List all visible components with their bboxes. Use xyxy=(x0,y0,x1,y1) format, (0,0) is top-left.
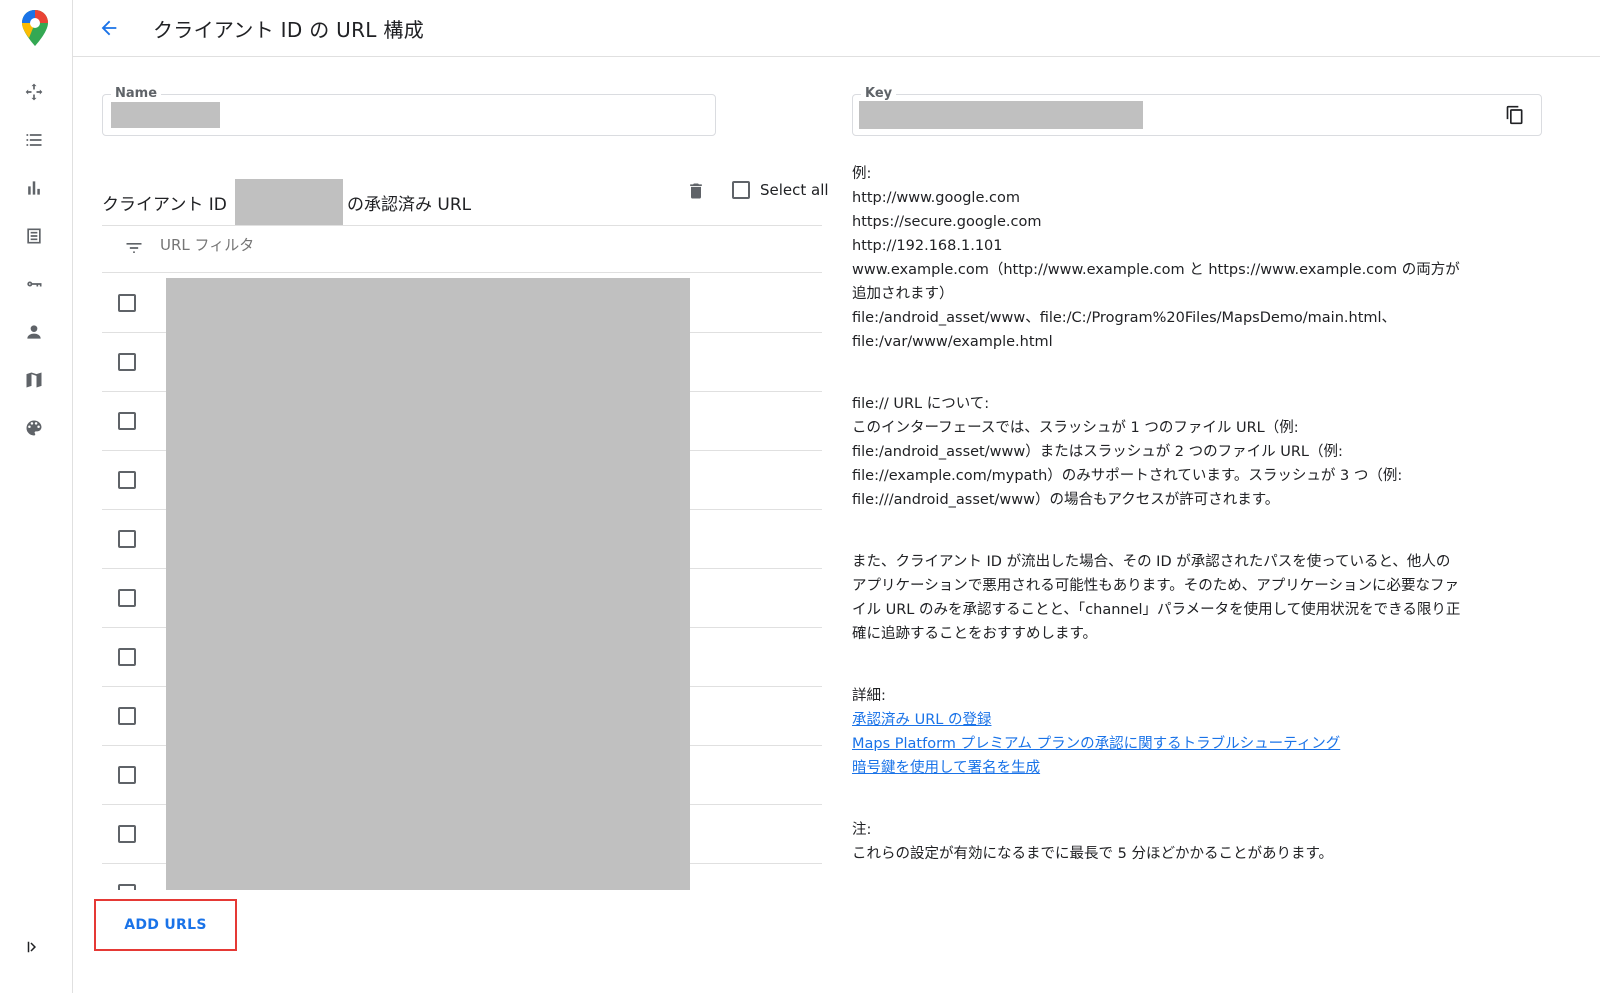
sidebar xyxy=(0,0,73,993)
file-url-text: このインターフェースでは、スラッシュが 1 つのファイル URL（例: file… xyxy=(852,420,1403,508)
add-urls-label: ADD URLS xyxy=(124,917,207,933)
row-checkbox[interactable] xyxy=(118,471,136,489)
warning-section: また、クライアント ID が流出した場合、その ID が承認されたパスを使ってい… xyxy=(852,550,1492,646)
row-checkbox[interactable] xyxy=(118,825,136,843)
url-list-title-suffix: の承認済み URL xyxy=(347,195,472,215)
page-title: クライアント ID の URL 構成 xyxy=(153,18,425,42)
key-icon[interactable] xyxy=(22,272,46,296)
bar-chart-icon[interactable] xyxy=(22,176,46,200)
url-filter-row xyxy=(102,226,822,273)
url-list-title-prefix: クライアント ID xyxy=(102,195,227,215)
row-checkbox[interactable] xyxy=(118,707,136,725)
back-arrow-icon[interactable] xyxy=(95,14,123,42)
details-heading: 詳細: xyxy=(852,688,886,704)
row-checkbox[interactable] xyxy=(118,884,136,890)
list-icon[interactable] xyxy=(22,128,46,152)
warning-text: また、クライアント ID が流出した場合、その ID が承認されたパスを使ってい… xyxy=(852,554,1461,642)
expand-sidebar-icon[interactable] xyxy=(24,938,46,960)
add-urls-button[interactable]: ADD URLS xyxy=(94,899,237,951)
details-section: 詳細: 承認済み URL の登録 Maps Platform プレミアム プラン… xyxy=(852,684,1492,780)
examples-section: 例: http://www.google.com https://secure.… xyxy=(852,162,1492,354)
filter-icon[interactable] xyxy=(124,238,146,260)
redacted-client-id xyxy=(235,179,343,225)
examples-heading: 例: xyxy=(852,166,872,182)
google-maps-logo[interactable] xyxy=(20,8,50,48)
row-checkbox[interactable] xyxy=(118,530,136,548)
name-field[interactable]: Name xyxy=(102,86,716,136)
row-checkbox[interactable] xyxy=(118,353,136,371)
palette-icon[interactable] xyxy=(22,416,46,440)
example-item: https://secure.google.com xyxy=(852,214,1042,230)
delete-icon[interactable] xyxy=(686,181,708,203)
move-icon[interactable] xyxy=(22,80,46,104)
file-url-heading: file:// URL について: xyxy=(852,396,990,412)
key-field[interactable]: Key xyxy=(852,86,1542,136)
key-field-label: Key xyxy=(861,86,897,101)
redacted-name-value xyxy=(111,102,220,128)
billing-icon[interactable] xyxy=(22,224,46,248)
link-registration[interactable]: 承認済み URL の登録 xyxy=(852,708,1492,732)
link-troubleshooting[interactable]: Maps Platform プレミアム プランの承認に関するトラブルシューティン… xyxy=(852,732,1492,756)
note-section: 注: これらの設定が有効になるまでに最長で 5 分ほどかかることがあります。 xyxy=(852,818,1492,866)
page-header: クライアント ID の URL 構成 xyxy=(73,0,1600,57)
row-checkbox[interactable] xyxy=(118,294,136,312)
map-icon[interactable] xyxy=(22,368,46,392)
file-url-section: file:// URL について: このインターフェースでは、スラッシュが 1 … xyxy=(852,392,1492,512)
url-filter-input[interactable] xyxy=(160,236,660,254)
example-item: file:/android_asset/www、file:/C:/Program… xyxy=(852,310,1397,350)
select-all-box[interactable] xyxy=(732,181,750,199)
row-checkbox[interactable] xyxy=(118,589,136,607)
example-item: www.example.com（http://www.example.com と… xyxy=(852,262,1460,302)
note-heading: 注: xyxy=(852,822,872,838)
select-all-label: Select all xyxy=(760,181,829,199)
link-signature[interactable]: 暗号鍵を使用して署名を生成 xyxy=(852,756,1492,780)
redacted-url-values xyxy=(166,278,690,890)
select-all-checkbox[interactable]: Select all xyxy=(732,181,829,199)
person-icon[interactable] xyxy=(22,320,46,344)
row-checkbox[interactable] xyxy=(118,766,136,784)
redacted-key-value xyxy=(859,101,1143,129)
example-item: http://192.168.1.101 xyxy=(852,238,1003,254)
help-panel: 例: http://www.google.com https://secure.… xyxy=(852,162,1492,904)
row-checkbox[interactable] xyxy=(118,648,136,666)
example-item: http://www.google.com xyxy=(852,190,1020,206)
row-checkbox[interactable] xyxy=(118,412,136,430)
note-text: これらの設定が有効になるまでに最長で 5 分ほどかかることがあります。 xyxy=(852,846,1333,862)
name-field-label: Name xyxy=(111,86,162,101)
copy-icon[interactable] xyxy=(1505,105,1527,127)
